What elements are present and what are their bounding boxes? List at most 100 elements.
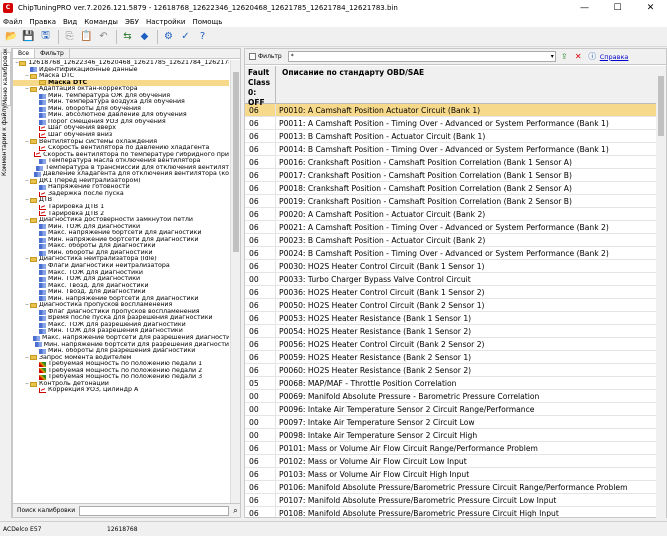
tab-filter[interactable]: Фильтр [35, 49, 70, 58]
table-row[interactable]: 00 P0033: Turbo Charger Bypass Valve Cont… [245, 272, 657, 286]
menu-settings[interactable]: Настройки [146, 18, 186, 26]
tab-calibration-menu[interactable]: Меню калибровок [1, 48, 11, 106]
copy-icon[interactable]: ⎘ [62, 29, 77, 44]
fault-class-cell[interactable]: 06 [245, 194, 276, 208]
menu-file[interactable]: Файл [3, 18, 22, 26]
table-row[interactable]: 06 P0011: A Camshaft Position - Timing Ov… [245, 116, 657, 130]
diamond-icon[interactable]: ◆ [137, 29, 152, 44]
help-circle-icon[interactable]: ⓘ [587, 51, 598, 62]
close-button[interactable]: ✕ [634, 0, 667, 16]
table-row[interactable]: 06 P0060: HO2S Heater Resistance (Bank 2 … [245, 363, 657, 377]
maximize-button[interactable]: ☐ [601, 0, 634, 16]
fault-class-cell[interactable]: 06 [245, 233, 276, 247]
menu-commands[interactable]: Команды [84, 18, 118, 26]
table-scrollbar[interactable] [656, 66, 666, 519]
fault-class-cell[interactable]: 00 [245, 272, 276, 286]
table-row[interactable]: 06 P0036: HO2S Heater Control Circuit (Ba… [245, 285, 657, 299]
fault-class-cell[interactable]: 06 [245, 363, 276, 377]
fault-class-cell[interactable]: 06 [245, 259, 276, 273]
table-row[interactable]: 06 P0054: HO2S Heater Resistance (Bank 1 … [245, 324, 657, 338]
chevron-down-icon[interactable]: ▾ [551, 52, 554, 61]
tree-item[interactable]: Коррекция УОЗ, цилиндр A [13, 387, 229, 394]
minimize-button[interactable]: — [568, 0, 601, 16]
fault-class-cell[interactable]: 06 [245, 337, 276, 351]
open-file-icon[interactable]: 📂 [4, 29, 19, 44]
fault-class-cell[interactable]: 06 [245, 168, 276, 182]
table-row[interactable]: 06 P0016: Crankshaft Position - Camshaft … [245, 155, 657, 169]
table-row[interactable]: 06 P0019: Crankshaft Position - Camshaft … [245, 194, 657, 208]
fault-class-cell[interactable]: 06 [245, 129, 276, 143]
fault-class-cell[interactable]: 05 [245, 376, 276, 390]
menu-help[interactable]: Помощь [192, 18, 222, 26]
fault-class-cell[interactable]: 00 [245, 415, 276, 429]
fault-class-cell[interactable]: 06 [245, 493, 276, 507]
table-row[interactable]: 06 P0053: HO2S Heater Resistance (Bank 1 … [245, 311, 657, 325]
column-header-fault-class[interactable]: Fault Class 0: OFF [245, 66, 276, 107]
table-row[interactable]: 00 P0096: Intake Air Temperature Sensor 2… [245, 402, 657, 416]
paste-icon[interactable]: 📋 [79, 29, 94, 44]
fault-class-cell[interactable]: 06 [245, 454, 276, 468]
table-row[interactable]: 06 P0050: HO2S Heater Control Circuit (Ba… [245, 298, 657, 312]
fault-class-cell[interactable]: 06 [245, 181, 276, 195]
table-row[interactable]: 06 P0101: Mass or Volume Air Flow Circuit… [245, 441, 657, 455]
fault-class-cell[interactable]: 00 [245, 402, 276, 416]
tab-file-comments[interactable]: Комментарии к файлу [1, 105, 11, 176]
table-row[interactable]: 00 P0097: Intake Air Temperature Sensor 2… [245, 415, 657, 429]
table-row[interactable]: 06 P0106: Manifold Absolute Pressure/Baro… [245, 480, 657, 494]
undo-icon[interactable]: ↶ [96, 29, 111, 44]
fault-class-cell[interactable]: 06 [245, 285, 276, 299]
fault-class-cell[interactable]: 06 [245, 155, 276, 169]
table-row[interactable]: 06 P0024: B Camshaft Position - Timing Ov… [245, 246, 657, 260]
table-row[interactable]: 06 P0014: B Camshaft Position - Timing Ov… [245, 142, 657, 156]
table-row[interactable]: 06 P0102: Mass or Volume Air Flow Circuit… [245, 454, 657, 468]
table-row[interactable]: 06 P0107: Manifold Absolute Pressure/Baro… [245, 493, 657, 507]
table-row[interactable]: 06 P0017: Crankshaft Position - Camshaft … [245, 168, 657, 182]
table-row[interactable]: 06 P0023: B Camshaft Position - Actuator … [245, 233, 657, 247]
fault-class-cell[interactable]: 06 [245, 142, 276, 156]
table-row[interactable]: 06 P0021: A Camshaft Position - Timing Ov… [245, 220, 657, 234]
filter-checkbox[interactable] [249, 53, 256, 60]
fault-class-cell[interactable]: 06 [245, 350, 276, 364]
fault-class-cell[interactable]: 00 [245, 428, 276, 442]
fault-class-cell[interactable]: 06 [245, 246, 276, 260]
tree-scroll-thumb[interactable] [233, 72, 239, 252]
table-row[interactable]: 05 P0068: MAP/MAF - Throttle Position Cor… [245, 376, 657, 390]
search-input[interactable] [79, 505, 230, 516]
fault-class-cell[interactable]: 06 [245, 220, 276, 234]
menu-edit[interactable]: Правка [29, 18, 56, 26]
table-row[interactable]: 00 P0098: Intake Air Temperature Sensor 2… [245, 428, 657, 442]
fault-class-cell[interactable]: 06 [245, 480, 276, 494]
tab-all[interactable]: Все [13, 49, 36, 58]
save-icon[interactable]: 💾 [21, 29, 36, 44]
table-row[interactable]: 06 P0020: A Camshaft Position - Actuator … [245, 207, 657, 221]
table-row[interactable]: 06 P0030: HO2S Heater Control Circuit (Ba… [245, 259, 657, 273]
fault-class-cell[interactable]: 06 [245, 207, 276, 221]
fault-class-cell[interactable]: 06 [245, 116, 276, 130]
clear-filter-icon[interactable]: ✕ [573, 51, 584, 62]
filter-input[interactable]: * ▾ [287, 51, 556, 62]
fault-class-cell[interactable]: 00 [245, 389, 276, 403]
fault-class-cell[interactable]: 06 [245, 467, 276, 481]
checksum-icon[interactable]: ✓ [178, 29, 193, 44]
table-row[interactable]: 06 P0010: A Camshaft Position Actuator Ci… [245, 104, 657, 117]
search-icon[interactable]: ⌕ [233, 506, 237, 516]
fault-class-cell[interactable]: 06 [245, 311, 276, 325]
table-row[interactable]: 06 P0056: HO2S Heater Control Circuit (Ba… [245, 337, 657, 351]
help-link[interactable]: Справка [600, 53, 629, 61]
settings-icon[interactable]: ⚙ [161, 29, 176, 44]
table-row[interactable]: 06 P0103: Mass or Volume Air Flow Circuit… [245, 467, 657, 481]
fault-class-cell[interactable]: 06 [245, 324, 276, 338]
help-icon[interactable]: ? [195, 29, 210, 44]
fault-class-cell[interactable]: 06 [245, 298, 276, 312]
table-row[interactable]: 00 P0069: Manifold Absolute Pressure - Ba… [245, 389, 657, 403]
fault-class-cell[interactable]: 06 [245, 104, 276, 117]
fault-class-cell[interactable]: 06 [245, 506, 276, 517]
table-row[interactable]: 06 P0018: Crankshaft Position - Camshaft … [245, 181, 657, 195]
table-scroll-thumb[interactable] [658, 76, 664, 136]
menu-view[interactable]: Вид [63, 18, 77, 26]
fault-class-cell[interactable]: 06 [245, 441, 276, 455]
calibration-tree[interactable]: −12618768_12622346_12620468_12621785_126… [13, 60, 229, 503]
tree-scrollbar[interactable] [230, 60, 240, 503]
apply-filter-icon[interactable]: ⇪ [559, 51, 570, 62]
menu-ecu[interactable]: ЭБУ [125, 18, 139, 26]
